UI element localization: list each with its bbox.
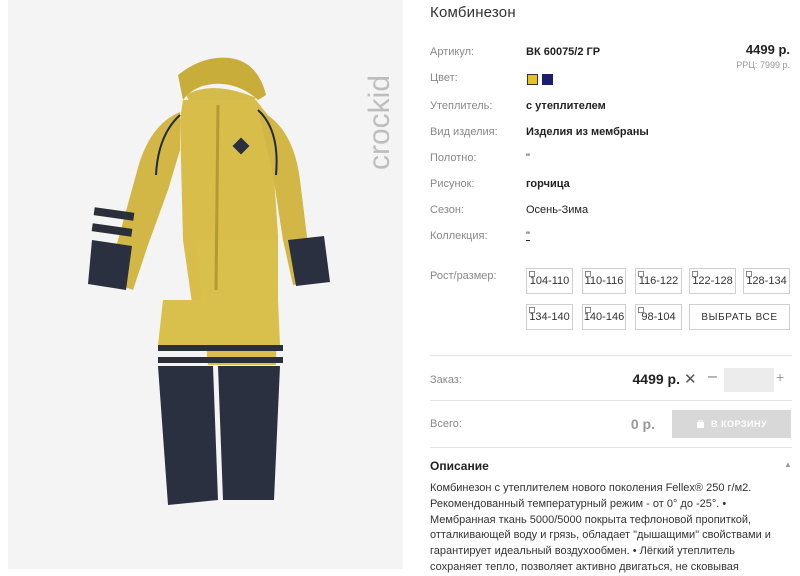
jumpsuit-illustration	[88, 57, 330, 505]
total-value: 0 р.	[630, 416, 655, 432]
label-pattern: Рисунок:	[430, 178, 475, 190]
size-option[interactable]: 116-122	[635, 268, 682, 294]
value-collection: "	[526, 230, 530, 242]
checkbox-icon	[585, 271, 591, 277]
size-option[interactable]: 128-134	[743, 268, 790, 294]
add-to-cart-button[interactable]: В КОРЗИНУ	[672, 410, 791, 438]
increase-quantity-button[interactable]: +	[776, 369, 784, 385]
select-all-sizes-button[interactable]: ВЫБРАТЬ ВСЕ	[689, 304, 790, 330]
label-fabric: Полотно:	[430, 152, 477, 164]
size-option[interactable]: 104-110	[526, 268, 573, 294]
label-order: Заказ:	[430, 374, 462, 386]
decrease-quantity-button[interactable]: –	[708, 368, 717, 386]
size-label: 134-140	[529, 311, 570, 323]
value-insulation: с утеплителем	[526, 100, 606, 112]
product-title: Комбинезон	[430, 4, 516, 21]
value-product-type: Изделия из мембраны	[526, 126, 649, 138]
size-label: 116-122	[638, 275, 679, 287]
product-price: 4499 р.	[745, 42, 790, 57]
cart-icon	[696, 419, 704, 428]
rrp-price: РРЦ: 7999 р.	[736, 60, 790, 70]
size-label: 122-128	[692, 275, 733, 287]
checkbox-icon	[692, 271, 698, 277]
checkbox-icon	[585, 307, 591, 313]
value-fabric: "	[526, 152, 530, 164]
size-label: 98-104	[641, 311, 676, 323]
size-option[interactable]: 134-140	[526, 304, 573, 330]
checkbox-icon	[638, 307, 644, 313]
collapse-caret-icon[interactable]: ▲	[784, 460, 792, 469]
size-label: 104-110	[529, 275, 570, 287]
size-option[interactable]: 140-146	[582, 304, 626, 330]
checkbox-icon	[529, 307, 535, 313]
label-insulation: Утеплитель:	[430, 100, 493, 112]
color-swatch-navy[interactable]	[542, 74, 553, 85]
brand-logo: crockid	[363, 75, 396, 170]
checkbox-icon	[529, 271, 535, 277]
label-season: Сезон:	[430, 204, 464, 216]
divider	[430, 355, 792, 356]
product-image[interactable]: crockid	[8, 0, 403, 569]
label-total: Всего:	[430, 418, 462, 430]
size-option[interactable]: 110-116	[582, 268, 626, 294]
value-article: ВК 60075/2 ГР	[526, 46, 601, 58]
label-size: Рост/размер:	[430, 270, 497, 282]
svg-text:crockid: crockid	[363, 75, 396, 170]
value-season: Осень-Зима	[526, 204, 589, 216]
label-product-type: Вид изделия:	[430, 126, 498, 138]
divider	[430, 447, 792, 448]
remove-icon[interactable]: ✕	[684, 370, 697, 388]
label-collection: Коллекция:	[430, 230, 488, 242]
divider	[430, 400, 792, 401]
color-swatch-yellow[interactable]	[527, 74, 538, 85]
description-heading[interactable]: Описание	[430, 459, 489, 473]
size-option[interactable]: 98-104	[635, 304, 682, 330]
description-text: Комбинезон с утеплителем нового поколени…	[430, 482, 771, 573]
size-label: 128-134	[746, 275, 787, 287]
order-price: 4499 р.	[632, 371, 680, 387]
label-color: Цвет:	[430, 72, 458, 84]
label-article: Артикул:	[430, 46, 475, 58]
quantity-input[interactable]	[724, 368, 774, 392]
size-option[interactable]: 122-128	[689, 268, 736, 294]
value-pattern: горчица	[526, 178, 570, 190]
checkbox-icon	[638, 271, 644, 277]
checkbox-icon	[746, 271, 752, 277]
add-to-cart-label: В КОРЗИНУ	[710, 419, 768, 429]
